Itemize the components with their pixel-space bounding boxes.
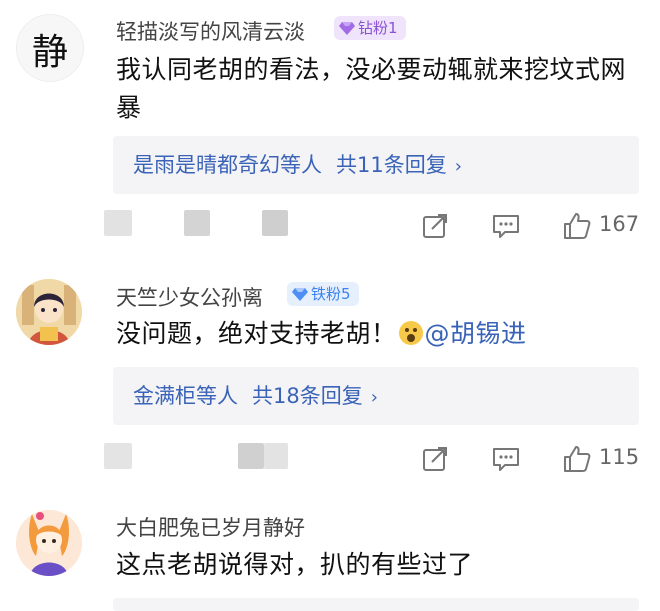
scared-face-emoji-icon	[398, 321, 423, 345]
username[interactable]: 大白肥兔已岁月静好	[116, 512, 305, 542]
replies-summary[interactable]: 金满柜等人 共18条回复 ›	[113, 367, 639, 425]
replies-names: 是雨是晴都奇幻等人	[133, 153, 322, 177]
chevron-right-icon: ›	[454, 156, 462, 177]
comment-body: 没问题，绝对支持老胡！	[116, 319, 397, 348]
comment-actions: 167	[0, 206, 660, 246]
avatar[interactable]	[16, 279, 82, 345]
fan-badge: 铁粉5	[287, 282, 359, 306]
share-icon[interactable]	[420, 444, 450, 474]
comment-text: 没问题，绝对支持老胡！ @胡锡进	[116, 315, 636, 353]
avatar[interactable]: 静	[16, 14, 84, 82]
bunny-girl-avatar-icon	[16, 510, 82, 576]
anime-girl-avatar-icon	[16, 279, 82, 345]
replies-count: 共11条回复	[336, 153, 447, 177]
blurred-region	[184, 210, 210, 236]
username[interactable]: 轻描淡写的风清云淡	[116, 16, 305, 46]
avatar[interactable]	[16, 510, 82, 576]
chevron-right-icon: ›	[370, 387, 378, 408]
avatar-calligraphy: 静	[31, 32, 68, 73]
replies-names: 金满柜等人	[133, 384, 238, 408]
blurred-region	[238, 443, 264, 469]
replies-summary[interactable]: 是雨是晴都奇幻等人 共11条回复 ›	[113, 136, 639, 194]
share-icon[interactable]	[420, 211, 450, 241]
diamond-icon	[292, 288, 308, 301]
like-icon[interactable]	[562, 444, 592, 474]
fan-badge: 钻粉1	[334, 16, 406, 40]
comment-text: 我认同老胡的看法，没必要动辄就来挖坟式网暴	[116, 55, 627, 122]
like-count: 167	[599, 212, 640, 236]
badge-label: 铁粉5	[311, 285, 351, 303]
username[interactable]: 天竺少女公孙离	[116, 282, 263, 312]
like-count: 115	[599, 445, 640, 469]
blurred-region	[104, 210, 132, 236]
diamond-icon	[339, 22, 355, 35]
comment-icon[interactable]	[491, 444, 521, 474]
replies-count: 共18条回复	[252, 384, 363, 408]
comment-icon[interactable]	[491, 211, 521, 241]
like-icon[interactable]	[562, 211, 592, 241]
mention-link[interactable]: @胡锡进	[425, 319, 527, 348]
blurred-region	[264, 443, 288, 469]
comment-actions: 115	[0, 439, 660, 479]
comment-text: 这点老胡说得对，扒的有些过了	[116, 550, 474, 579]
blurred-region	[262, 210, 288, 236]
replies-summary-partial[interactable]	[113, 598, 639, 611]
blurred-region	[104, 443, 132, 469]
badge-label: 钻粉1	[358, 19, 398, 37]
